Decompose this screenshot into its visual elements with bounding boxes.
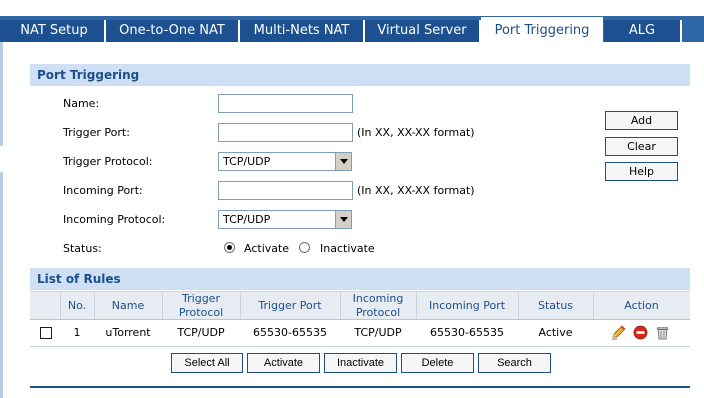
bottom-divider: [30, 386, 690, 388]
disable-icon[interactable]: [633, 325, 648, 340]
incoming-protocol-select[interactable]: TCP/UDP: [218, 210, 352, 229]
incoming-protocol-label: Incoming Protocol:: [63, 213, 166, 226]
list-of-rules-header: List of Rules: [30, 268, 690, 290]
status-label: Status:: [63, 242, 102, 255]
help-button[interactable]: Help: [605, 162, 678, 181]
tab-port-triggering[interactable]: Port Triggering: [481, 17, 603, 42]
tab-alg[interactable]: ALG: [604, 20, 682, 42]
trigger-port-hint: (In XX, XX-XX format): [357, 126, 475, 139]
column-header-status: Status: [537, 298, 574, 312]
incoming-port-hint: (In XX, XX-XX format): [357, 184, 475, 197]
column-header-incoming-protocol-line2: Protocol: [355, 305, 401, 319]
row-incoming-protocol: TCP/UDP: [354, 326, 402, 339]
name-input[interactable]: [218, 94, 353, 113]
edit-pencil-icon[interactable]: [611, 325, 626, 340]
delete-trash-icon[interactable]: [655, 325, 670, 340]
tab-nat-setup[interactable]: NAT Setup: [0, 20, 106, 42]
row-trigger-protocol: TCP/UDP: [177, 326, 225, 339]
activate-button[interactable]: Activate: [247, 353, 320, 373]
left-rail-gap: [0, 146, 3, 172]
tab-multi-nets-nat[interactable]: Multi-Nets NAT: [240, 20, 365, 42]
row-select-checkbox[interactable]: [40, 327, 52, 339]
clear-button[interactable]: Clear: [605, 137, 678, 156]
select-all-button[interactable]: Select All: [171, 353, 243, 373]
incoming-port-label: Incoming Port:: [63, 184, 143, 197]
incoming-protocol-value: TCP/UDP: [223, 213, 271, 226]
add-button[interactable]: Add: [605, 111, 678, 130]
trigger-protocol-label: Trigger Protocol:: [63, 155, 153, 168]
column-header-incoming-port: Incoming Port: [428, 298, 506, 312]
top-strip: [0, 0, 704, 16]
trigger-port-label: Trigger Port:: [63, 126, 130, 139]
port-triggering-header: Port Triggering: [30, 64, 690, 86]
row-trigger-port: 65530-65535: [253, 326, 327, 339]
row-divider: [30, 346, 690, 347]
status-activate-label: Activate: [244, 242, 290, 255]
row-incoming-port: 65530-65535: [430, 326, 504, 339]
column-header-incoming-protocol: Incoming Protocol: [340, 291, 416, 320]
chevron-down-icon[interactable]: [335, 211, 351, 228]
inactivate-button[interactable]: Inactivate: [324, 353, 397, 373]
status-inactivate-label: Inactivate: [320, 242, 375, 255]
left-rail: [0, 42, 3, 146]
trigger-protocol-select[interactable]: TCP/UDP: [218, 152, 352, 171]
incoming-port-input[interactable]: [218, 181, 353, 200]
column-header-trigger-protocol-line1: Trigger: [182, 291, 220, 305]
row-no: 1: [73, 326, 81, 339]
column-header-name: Name: [111, 298, 145, 312]
column-header-no: No.: [67, 298, 87, 312]
column-header-incoming-protocol-line1: Incoming: [352, 291, 404, 305]
column-header-action: Action: [624, 298, 659, 312]
trigger-protocol-value: TCP/UDP: [223, 155, 271, 168]
status-activate-radio[interactable]: [224, 242, 235, 253]
column-header-trigger-protocol-line2: Protocol: [178, 305, 224, 319]
column-header-trigger-protocol: Trigger Protocol: [162, 291, 240, 320]
column-header-trigger-port: Trigger Port: [258, 298, 322, 312]
left-rail-lower: [0, 172, 3, 398]
row-status: Active: [538, 326, 573, 339]
chevron-down-icon[interactable]: [335, 153, 351, 170]
delete-button[interactable]: Delete: [401, 353, 474, 373]
row-name: uTorrent: [105, 326, 151, 339]
tab-one-to-one-nat[interactable]: One-to-One NAT: [106, 20, 240, 42]
status-inactivate-radio[interactable]: [299, 242, 310, 253]
trigger-port-input[interactable]: [218, 123, 353, 142]
name-label: Name:: [63, 97, 100, 110]
search-button[interactable]: Search: [478, 353, 551, 373]
tab-virtual-server[interactable]: Virtual Server: [365, 20, 481, 42]
